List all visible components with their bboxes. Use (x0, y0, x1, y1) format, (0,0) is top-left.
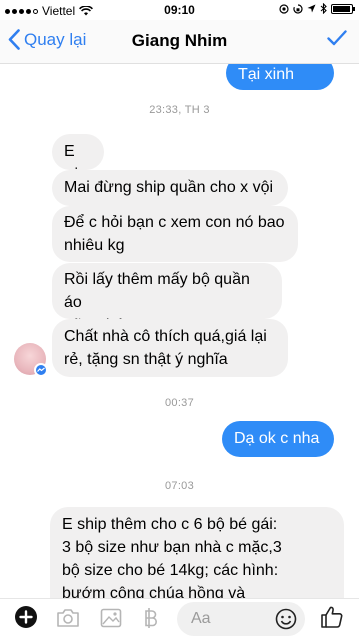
message-line: rẻ, tặng sn thật ý nghĩa (64, 351, 228, 368)
timestamp: 23:33, TH 3 (149, 104, 210, 116)
camera-button[interactable] (56, 608, 80, 633)
message-bubble-outgoing[interactable]: E ship thêm cho c 6 bộ bé gái: 3 bộ size… (50, 507, 344, 598)
status-icons (279, 3, 355, 14)
thumbs-up-icon (321, 606, 343, 628)
done-checkmark-button[interactable] (327, 30, 347, 51)
message-text: Mai đừng ship quần cho x vội (64, 179, 274, 196)
message-line: 3 bộ size như bạn nhà c mặc,3 (62, 539, 282, 556)
camera-icon (57, 609, 79, 627)
message-input-placeholder: Aa (191, 610, 211, 627)
currency-baht-icon (145, 608, 157, 628)
navigation-bar: Quay lại Giang Nhim (0, 20, 359, 64)
message-line: Rồi lấy thêm mấy bộ quần áo (64, 271, 250, 311)
messenger-badge-icon (34, 363, 48, 377)
conversation-title: Giang Nhim (131, 31, 228, 50)
message-bubble-outgoing[interactable]: Dạ ok c nha (222, 421, 334, 457)
message-bubble-incoming[interactable]: E ơi (52, 134, 104, 183)
message-text: Tại xinh quá (238, 66, 295, 106)
battery-level (333, 5, 350, 12)
timestamp: 00:37 (164, 397, 195, 409)
image-icon (100, 608, 122, 628)
message-line: E ship thêm cho c 6 bộ bé gái: (62, 516, 278, 533)
message-line: bướm công chúa hồng và (62, 585, 246, 598)
location-icon (307, 4, 316, 13)
like-button[interactable] (320, 605, 344, 634)
message-bubble-incoming[interactable]: Rồi lấy thêm mấy bộ quần áo nữa nhé (52, 263, 282, 334)
timestamp: 07:03 (164, 480, 195, 492)
add-button[interactable] (14, 605, 38, 634)
lock-rotation-icon (293, 3, 303, 14)
plus-circle-icon (15, 606, 37, 628)
message-input[interactable]: Aa (177, 602, 305, 636)
bluetooth-icon (320, 3, 327, 14)
battery-icon (331, 3, 355, 14)
payment-button[interactable] (143, 607, 159, 634)
checkmark-icon (327, 30, 347, 46)
message-bubble-incoming[interactable]: Mai đừng ship quần cho x vội (52, 170, 288, 206)
emoji-button[interactable] (275, 608, 297, 635)
smiley-icon (275, 608, 297, 630)
gallery-button[interactable] (100, 608, 122, 633)
message-line: nhiêu kg (64, 237, 125, 254)
status-bar: Viettel 09:10 (0, 0, 359, 20)
at-icon (279, 3, 289, 14)
message-thread: Tại xinh quá 23:33, TH 3 E ơi Mai đừng s… (0, 64, 359, 598)
message-line: bộ size cho bé 14kg; các hình: (62, 562, 279, 579)
message-bubble-incoming[interactable]: Để c hỏi bạn c xem con nó bao nhiêu kg (52, 206, 298, 262)
message-line: Để c hỏi bạn c xem con nó bao (64, 214, 285, 231)
message-line: Chất nhà cô thích quá,giá lại (64, 328, 267, 345)
message-text: Dạ ok c nha (234, 430, 320, 447)
message-bubble-incoming[interactable]: Chất nhà cô thích quá,giá lại rẻ, tặng s… (52, 319, 288, 377)
message-bubble-outgoing[interactable]: Tại xinh quá (226, 64, 334, 106)
composer-bar: Aa (0, 598, 359, 640)
